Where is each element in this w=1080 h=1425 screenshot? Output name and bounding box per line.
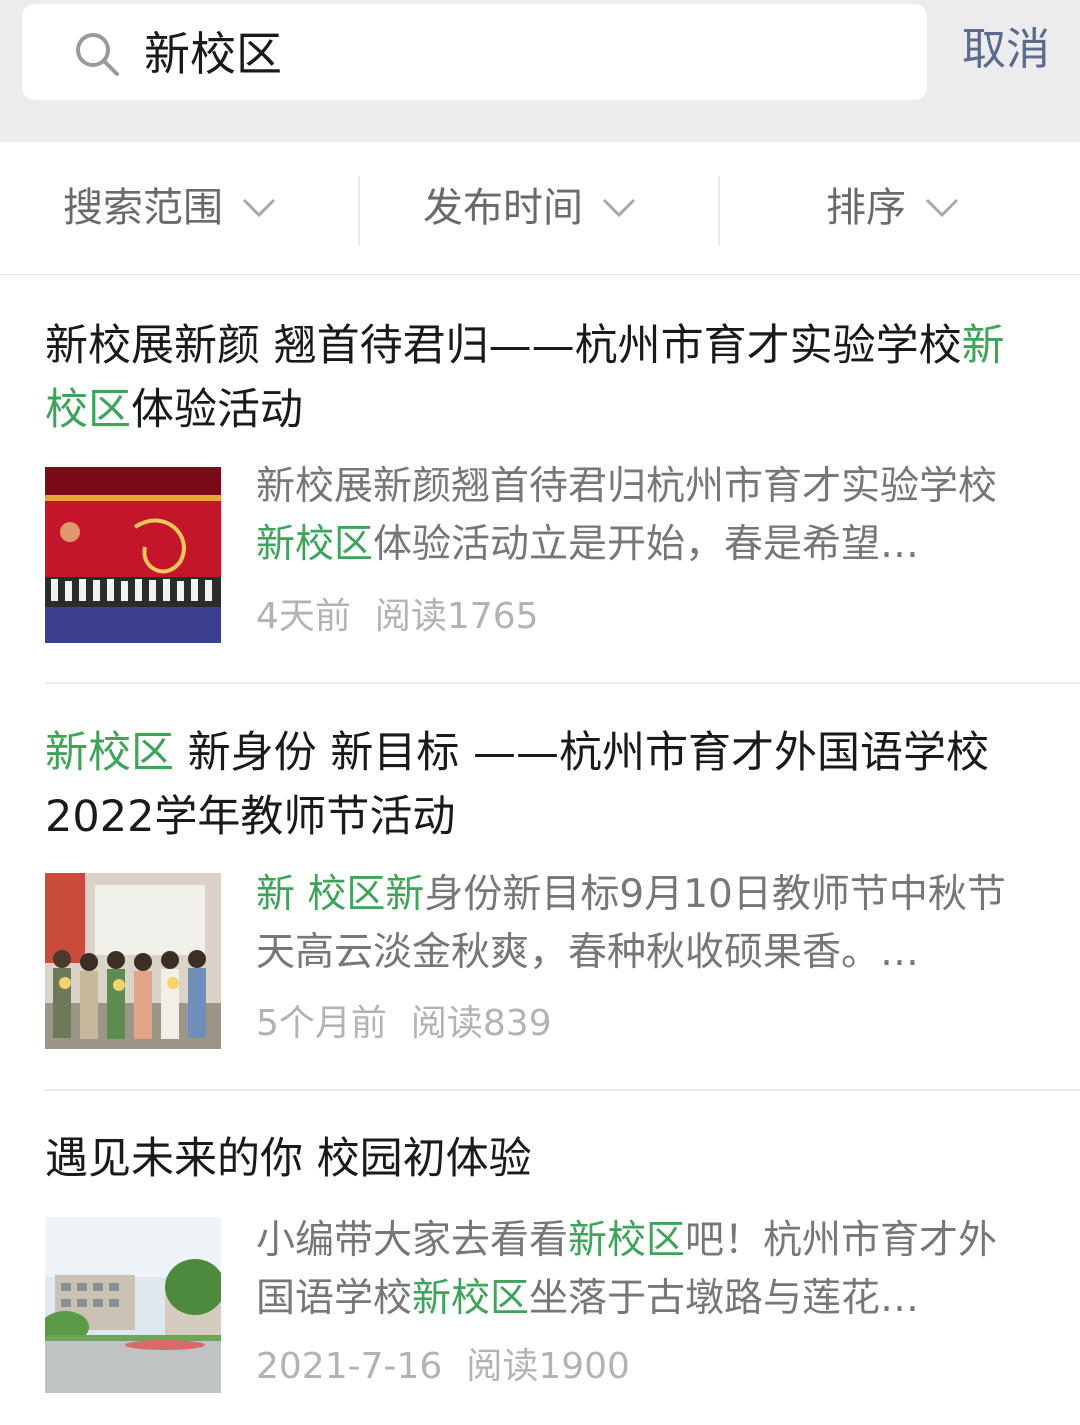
result-title[interactable]: 新校展新颜 翘首待君归——杭州市育才实验学校新校区体验活动 bbox=[45, 314, 1035, 442]
filter-label: 发布时间 bbox=[423, 185, 583, 231]
filter-label: 排序 bbox=[826, 185, 906, 231]
search-bar: 新校区 取消 bbox=[0, 0, 1080, 142]
result-time: 2021-7-16 bbox=[256, 1346, 443, 1387]
filter-search-scope[interactable]: 搜索范围 bbox=[63, 178, 277, 238]
search-icon bbox=[76, 33, 119, 76]
divider bbox=[358, 176, 360, 246]
result-meta: 4天前 阅读1765 bbox=[256, 591, 539, 643]
filter-label: 搜索范围 bbox=[63, 185, 223, 231]
result-time: 5个月前 bbox=[256, 1003, 387, 1044]
cancel-button[interactable]: 取消 bbox=[962, 18, 1050, 82]
filter-publish-time[interactable]: 发布时间 bbox=[423, 178, 637, 238]
divider bbox=[718, 176, 720, 246]
result-time: 4天前 bbox=[256, 596, 351, 637]
result-reads: 阅读839 bbox=[410, 1003, 552, 1044]
result-meta: 2021-7-16 阅读1900 bbox=[256, 1341, 630, 1393]
result-summary: 小编带大家去看看新校区吧！杭州市育才外国语学校新校区坐落于古墩路与莲花… bbox=[256, 1218, 998, 1321]
chevron-down-icon bbox=[242, 198, 276, 218]
result-meta: 5个月前 阅读839 bbox=[256, 998, 552, 1050]
chevron-down-icon bbox=[602, 198, 636, 218]
chevron-down-icon bbox=[925, 198, 959, 218]
filter-sort[interactable]: 排序 bbox=[826, 178, 960, 238]
result-reads: 阅读1900 bbox=[466, 1346, 630, 1387]
result-summary: 新校展新颜翘首待君归杭州市育才实验学校新校区体验活动立是开始，春是希望… bbox=[256, 464, 998, 567]
result-title[interactable]: 遇见未来的你 校园初体验 bbox=[45, 1127, 1035, 1191]
search-result[interactable]: 遇见未来的你 校园初体验 小编带大家去看看新校区吧！杭州市育才外国语学校新校区坐… bbox=[0, 1091, 1080, 1425]
result-thumbnail bbox=[45, 467, 221, 643]
result-thumbnail bbox=[45, 1217, 221, 1393]
result-summary: 新 校区新身份新目标9月10日教师节中秋节天高云淡金秋爽，春种秋收硕果香。… bbox=[256, 872, 1006, 975]
search-result[interactable]: 新校区 新身份 新目标 ——杭州市育才外国语学校2022学年教师节活动 新 校区… bbox=[0, 684, 1080, 1090]
search-result[interactable]: 新校展新颜 翘首待君归——杭州市育才实验学校新校区体验活动 新校展新颜翘首待君归… bbox=[0, 274, 1080, 684]
search-query[interactable]: 新校区 bbox=[144, 22, 282, 86]
search-input[interactable]: 新校区 bbox=[22, 4, 927, 100]
filter-bar: 搜索范围 发布时间 排序 bbox=[0, 142, 1080, 275]
result-reads: 阅读1765 bbox=[374, 596, 539, 637]
result-thumbnail bbox=[45, 873, 221, 1049]
result-title[interactable]: 新校区 新身份 新目标 ——杭州市育才外国语学校2022学年教师节活动 bbox=[45, 721, 1035, 849]
